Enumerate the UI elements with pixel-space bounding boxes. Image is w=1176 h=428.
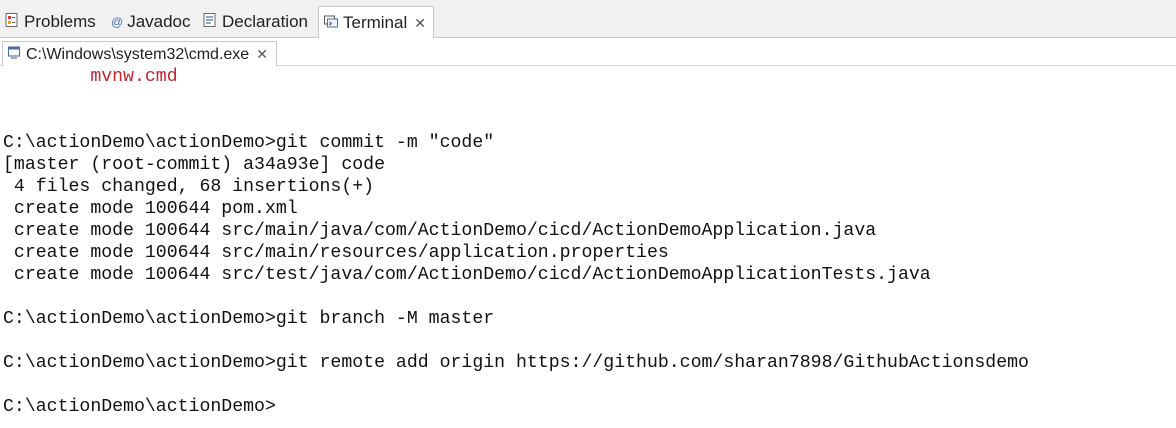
close-icon[interactable]: ✕ — [256, 46, 268, 63]
problems-icon — [4, 12, 20, 33]
console-tab-bar: C:\Windows\system32\cmd.exe ✕ — [0, 38, 1176, 67]
tab-cmd-console[interactable]: C:\Windows\system32\cmd.exe ✕ — [2, 41, 277, 67]
terminal-line: create mode 100644 src/test/java/com/Act… — [3, 265, 931, 285]
terminal-prompt-line: C:\actionDemo\actionDemo> — [3, 397, 276, 417]
tab-declaration-label: Declaration — [222, 12, 308, 31]
close-icon[interactable]: ✕ — [414, 15, 426, 32]
terminal-line: C:\actionDemo\actionDemo>git branch -M m… — [3, 309, 495, 329]
terminal-line: create mode 100644 src/main/java/com/Act… — [3, 221, 877, 241]
terminal-line: 4 files changed, 68 insertions(+) — [3, 177, 375, 197]
console-tab-label: C:\Windows\system32\cmd.exe — [26, 45, 250, 63]
tab-declaration[interactable]: Declaration — [202, 6, 308, 38]
terminal-line: [master (root-commit) a34a93e] code — [3, 155, 385, 175]
tab-problems[interactable]: Problems — [4, 6, 96, 38]
console-icon — [7, 45, 22, 65]
tab-terminal-label: Terminal — [343, 13, 408, 32]
terminal-icon — [323, 13, 339, 34]
javadoc-icon: @ — [111, 15, 124, 29]
terminal-line: create mode 100644 src/main/resources/ap… — [3, 243, 669, 263]
tab-javadoc-label: Javadoc — [127, 12, 191, 31]
terminal-line: C:\actionDemo\actionDemo>git commit -m "… — [3, 133, 495, 153]
tab-javadoc[interactable]: @ Javadoc — [111, 6, 191, 38]
declaration-icon — [202, 12, 218, 33]
terminal-line: create mode 100644 pom.xml — [3, 199, 298, 219]
tab-terminal[interactable]: Terminal ✕ — [318, 6, 434, 39]
tab-problems-label: Problems — [24, 12, 96, 31]
terminal-output[interactable]: mvnw.cmd C:\actionDemo\actionDemo>git co… — [0, 66, 1176, 428]
terminal-line: C:\actionDemo\actionDemo>git remote add … — [3, 353, 1029, 373]
terminal-line: mvnw.cmd — [3, 67, 178, 87]
view-tab-bar: Problems @ Javadoc Declaration Terminal — [0, 0, 1176, 39]
